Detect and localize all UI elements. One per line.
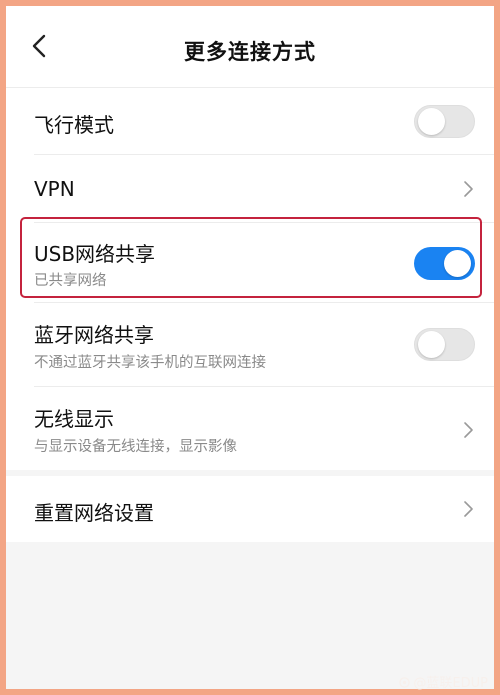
settings-screen: 更多连接方式 飞行模式 VPN USB网络共享 已共享网络 蓝牙网络共享 不通过… xyxy=(6,6,494,689)
usb-tethering-label: USB网络共享 xyxy=(34,242,156,266)
toggle-knob xyxy=(444,250,471,277)
wireless-display-description: 与显示设备无线连接，显示影像 xyxy=(34,439,237,455)
wireless-display-label: 无线显示 xyxy=(34,407,114,431)
reset-network-row[interactable]: 重置网络设置 xyxy=(6,476,494,542)
watermark-text: @蓝联EDUP xyxy=(413,676,488,691)
airplane-mode-row[interactable]: 飞行模式 xyxy=(6,88,494,155)
reset-section: 重置网络设置 xyxy=(6,476,494,542)
chevron-right-icon xyxy=(464,181,473,197)
watermark-logo-icon xyxy=(399,677,411,688)
page-title: 更多连接方式 xyxy=(184,40,316,64)
bluetooth-tethering-row[interactable]: 蓝牙网络共享 不通过蓝牙共享该手机的互联网连接 xyxy=(6,303,494,387)
vpn-label: VPN xyxy=(34,177,75,201)
connection-settings-list: 飞行模式 VPN USB网络共享 已共享网络 蓝牙网络共享 不通过蓝牙共享该手机… xyxy=(6,88,494,470)
usb-tethering-toggle[interactable] xyxy=(414,247,475,280)
header-bar: 更多连接方式 xyxy=(6,6,494,88)
bluetooth-tethering-toggle[interactable] xyxy=(414,328,475,361)
bluetooth-tethering-description: 不通过蓝牙共享该手机的互联网连接 xyxy=(34,355,266,371)
wireless-display-row[interactable]: 无线显示 与显示设备无线连接，显示影像 xyxy=(6,387,494,470)
toggle-knob xyxy=(418,108,445,135)
chevron-right-icon xyxy=(464,501,473,517)
bluetooth-tethering-label: 蓝牙网络共享 xyxy=(34,323,154,347)
toggle-knob xyxy=(418,331,445,358)
airplane-mode-label: 飞行模式 xyxy=(34,113,114,137)
airplane-mode-toggle[interactable] xyxy=(414,105,475,138)
watermark: @蓝联EDUP xyxy=(399,672,488,691)
chevron-right-icon xyxy=(464,422,473,438)
usb-tethering-row[interactable]: USB网络共享 已共享网络 xyxy=(6,223,494,303)
vpn-row[interactable]: VPN xyxy=(6,155,494,223)
usb-tethering-status: 已共享网络 xyxy=(34,273,107,289)
reset-network-label: 重置网络设置 xyxy=(34,501,154,525)
